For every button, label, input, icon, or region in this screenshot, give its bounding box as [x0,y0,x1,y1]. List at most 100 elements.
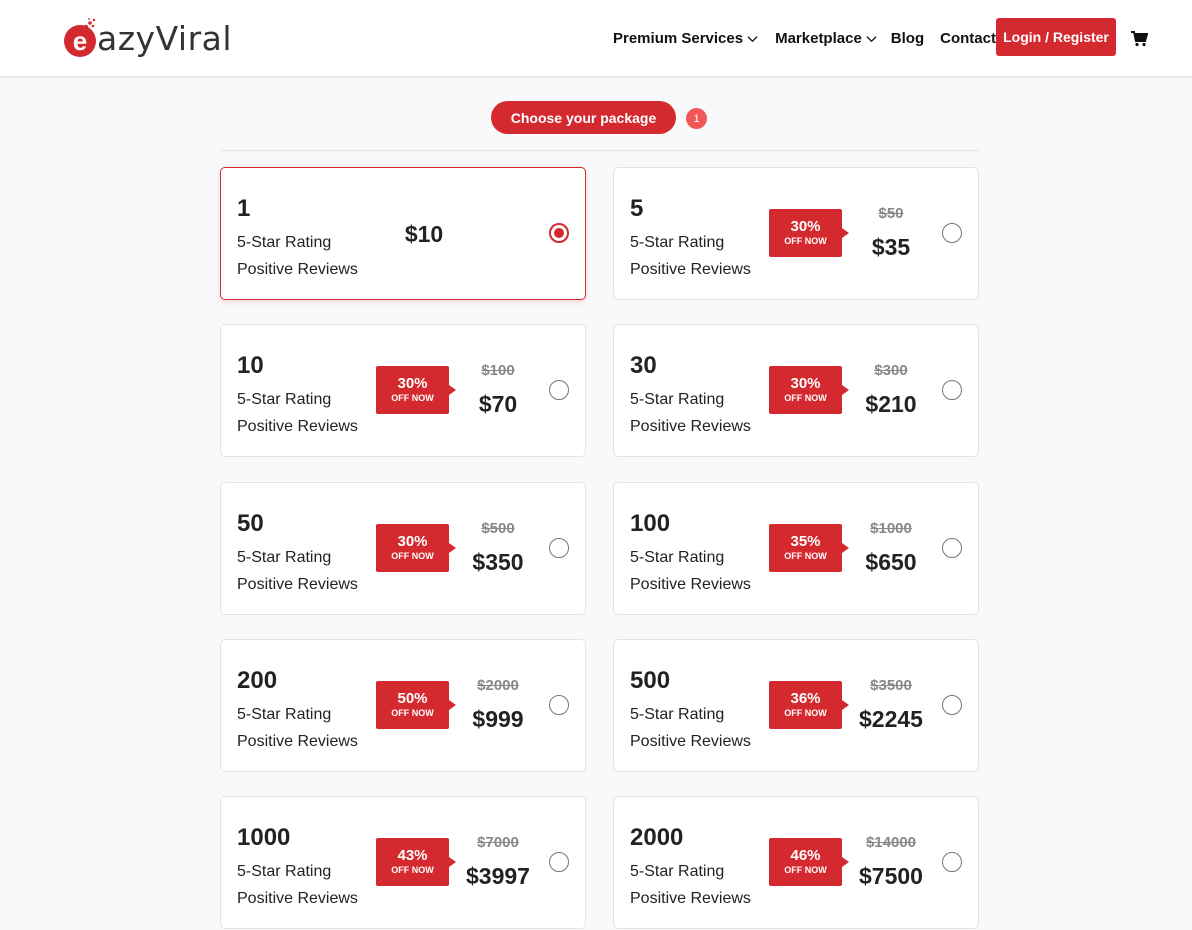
choose-package-step[interactable]: Choose your package [491,101,676,134]
original-price: $100 [481,362,515,379]
discount-badge: 35% OFF NOW [769,524,849,572]
package-radio[interactable] [549,695,569,715]
package-label-reviews: Positive Reviews [237,733,358,750]
package-card[interactable]: 1000 5-Star Rating Positive Reviews 43% OFF … [220,796,586,929]
package-label-reviews: Positive Reviews [237,418,358,435]
discount-off-label: OFF NOW [391,551,434,561]
discount-badge: 30% OFF NOW [376,366,456,414]
package-price: $10 [404,221,444,247]
package-quantity: 500 [630,667,671,694]
package-card[interactable]: 2000 5-Star Rating Positive Reviews 46% OFF … [613,796,979,929]
package-label-reviews: Positive Reviews [237,576,358,593]
login-register-button[interactable]: Login / Register [996,18,1116,56]
package-label-reviews: Positive Reviews [630,733,751,750]
discount-percent: 30% [790,375,821,392]
package-radio[interactable] [549,538,569,558]
package-quantity: 50 [237,510,264,537]
discount-badge: 50% OFF NOW [376,681,456,729]
nav-item-label: Marketplace [775,30,862,47]
package-radio[interactable] [942,538,962,558]
original-price: $14000 [865,834,917,851]
package-radio[interactable] [549,852,569,872]
package-radio[interactable] [942,223,962,243]
original-price: $1000 [870,520,912,537]
nav-premium-services[interactable]: Premium Services [613,30,758,47]
package-label-reviews: Positive Reviews [630,576,751,593]
nav-marketplace[interactable]: Marketplace [775,30,877,47]
discount-percent: 36% [790,690,821,707]
package-price: $35 [871,234,911,260]
cart-icon[interactable] [1131,31,1148,47]
package-card[interactable]: 1 5-Star Rating Positive Reviews $10 [220,167,586,300]
package-price: $7500 [859,863,923,889]
package-radio[interactable] [942,380,962,400]
package-card[interactable]: 200 5-Star Rating Positive Reviews 50% OFF N… [220,639,586,772]
package-quantity: 5 [630,195,644,222]
package-label-rating: 5-Star Rating [237,234,332,251]
package-quantity: 100 [630,510,671,537]
package-label-rating: 5-Star Rating [630,391,725,408]
package-radio[interactable] [942,852,962,872]
package-price: $999 [472,706,524,732]
package-label-reviews: Positive Reviews [237,890,358,907]
package-price: $2245 [859,706,923,732]
discount-off-label: OFF NOW [784,865,827,875]
package-quantity: 30 [630,352,657,379]
package-label-rating: 5-Star Rating [237,549,332,566]
package-price: $70 [478,391,518,417]
discount-off-label: OFF NOW [391,393,434,403]
package-label-rating: 5-Star Rating [630,706,725,723]
package-card[interactable]: 100 5-Star Rating Positive Reviews 35% OFF N… [613,482,979,615]
package-label-rating: 5-Star Rating [630,863,725,880]
original-price: $300 [874,362,908,379]
package-radio[interactable] [549,380,569,400]
package-price: $650 [865,549,917,575]
discount-percent: 30% [790,218,821,235]
logo[interactable]: e azyViral [64,16,232,60]
discount-percent: 35% [790,533,821,550]
discount-off-label: OFF NOW [784,393,827,403]
package-card[interactable]: 500 5-Star Rating Positive Reviews 36% OFF N… [613,639,979,772]
package-price: $350 [472,549,524,575]
package-label-reviews: Positive Reviews [630,261,751,278]
package-label-rating: 5-Star Rating [237,391,332,408]
step-number-badge: 1 [686,108,707,129]
nav-item-label: Premium Services [613,30,744,47]
package-label-rating: 5-Star Rating [630,234,725,251]
discount-percent: 46% [790,847,821,864]
package-radio[interactable] [549,223,569,243]
nav-item-label: Contact [940,30,996,47]
package-card[interactable]: 10 5-Star Rating Positive Reviews 30% OFF NO… [220,324,586,457]
package-price: $3997 [466,863,530,889]
original-price: $2000 [477,677,519,694]
package-quantity: 10 [237,352,264,379]
discount-off-label: OFF NOW [784,236,827,246]
package-card[interactable]: 30 5-Star Rating Positive Reviews 30% OFF NO… [613,324,979,457]
discount-badge: 30% OFF NOW [376,524,456,572]
discount-off-label: OFF NOW [391,708,434,718]
discount-off-label: OFF NOW [391,865,434,875]
package-label-reviews: Positive Reviews [630,418,751,435]
package-label-rating: 5-Star Rating [237,706,332,723]
nav-blog[interactable]: Blog [891,30,924,47]
package-quantity: 1000 [237,824,291,851]
discount-badge: 43% OFF NOW [376,838,456,886]
chevron-down-icon [866,36,877,43]
package-card[interactable]: 5 5-Star Rating Positive Reviews 30% OFF NOW… [613,167,979,300]
chevron-down-icon [747,36,758,43]
logo-mark: e [64,18,96,57]
site-header: e azyViral Premium Services Marketplace … [0,0,1192,77]
discount-percent: 30% [397,533,428,550]
package-price: $210 [865,391,917,417]
discount-off-label: OFF NOW [784,551,827,561]
original-price: $500 [481,520,515,537]
discount-badge: 30% OFF NOW [769,366,849,414]
package-quantity: 2000 [630,824,684,851]
nav-contact[interactable]: Contact [940,30,996,47]
package-radio[interactable] [942,695,962,715]
package-card[interactable]: 50 5-Star Rating Positive Reviews 30% OFF NO… [220,482,586,615]
package-label-reviews: Positive Reviews [237,261,358,278]
package-label-rating: 5-Star Rating [630,549,725,566]
discount-badge: 30% OFF NOW [769,209,849,257]
discount-percent: 43% [397,847,428,864]
